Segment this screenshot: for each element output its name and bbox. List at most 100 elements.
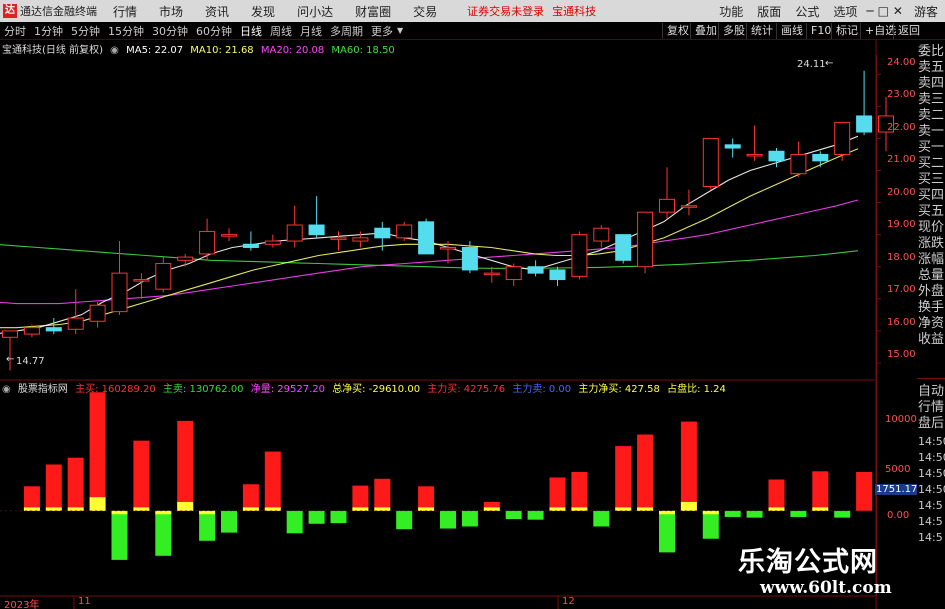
tab-fenshi[interactable]: 分时 — [4, 23, 26, 39]
net-buy-marker — [23, 507, 40, 511]
menu-zixun[interactable]: 资讯 — [205, 3, 229, 20]
net-sell-marker — [702, 510, 719, 515]
btn-huaxian[interactable]: 画线 — [776, 23, 807, 39]
candle-body-up — [67, 317, 84, 330]
net-buy-bar — [680, 421, 697, 511]
net-buy-bar — [768, 479, 785, 511]
menu-faxian[interactable]: 发现 — [251, 3, 275, 20]
volume-tick: 5000 — [885, 464, 911, 475]
net-buy-marker — [374, 507, 391, 511]
panel-buy3[interactable]: 买三 — [918, 172, 945, 188]
panel-xianjia[interactable]: 现价 — [918, 220, 945, 236]
net-buy-marker — [133, 507, 150, 511]
tick-time: 14:50 — [918, 467, 945, 480]
panel-zhangdie[interactable]: 涨跌 — [918, 236, 945, 252]
panel-sell5[interactable]: 卖五 — [918, 60, 945, 76]
net-buy-bar — [45, 464, 62, 511]
period-toolbar: 分时 1分钟 5分钟 15分钟 30分钟 60分钟 日线 周线 月线 多周期 更… — [0, 22, 945, 40]
menu-gongshi[interactable]: 公式 — [795, 3, 819, 20]
panel-weibi[interactable]: 委比 — [918, 44, 945, 60]
candle-body-up — [352, 237, 369, 242]
candle-body-up — [177, 256, 194, 261]
net-buy-bar — [571, 471, 588, 511]
btn-fanhui[interactable]: 返回 — [893, 23, 924, 39]
minimize-icon[interactable]: ─ — [866, 4, 873, 18]
candle-body-up — [702, 137, 719, 188]
menu-wenxiaoda[interactable]: 问小达 — [297, 3, 333, 20]
panel-sell2[interactable]: 卖二 — [918, 108, 945, 124]
panel-buy2[interactable]: 买二 — [918, 156, 945, 172]
candle-body-up — [571, 234, 588, 277]
net-buy-marker — [418, 507, 435, 511]
login-warning[interactable]: 证券交易未登录 — [467, 3, 544, 19]
tab-monthly[interactable]: 月线 — [300, 23, 322, 39]
panel-zhangfu[interactable]: 涨幅 — [918, 252, 945, 268]
btn-diejia[interactable]: 叠加 — [690, 23, 721, 39]
panel-panhou[interactable]: 盘后 — [918, 416, 945, 432]
menu-jiaoyi[interactable]: 交易 — [413, 3, 437, 20]
panel-sell1[interactable]: 卖一 — [918, 124, 945, 140]
price-axis: 24.00 23.00 22.00 21.00 20.00 19.00 18.0… — [876, 55, 916, 379]
net-sell-bar — [527, 510, 544, 520]
panel-zongliang[interactable]: 总量 — [918, 268, 945, 284]
tab-multi[interactable]: 多周期 — [330, 23, 363, 39]
tab-daily[interactable]: 日线 — [240, 23, 262, 39]
net-sell-marker — [155, 510, 172, 515]
menu-hangqing[interactable]: 行情 — [113, 3, 137, 20]
panel-hangqing[interactable]: 行情 — [918, 400, 945, 416]
panel-buy1[interactable]: 买一 — [918, 140, 945, 156]
panel-sell4[interactable]: 卖四 — [918, 76, 945, 92]
net-buy-marker — [483, 507, 500, 511]
btn-fuquan[interactable]: 复权 — [662, 23, 693, 39]
tab-1min[interactable]: 1分钟 — [34, 23, 63, 39]
menu-banmian[interactable]: 版面 — [757, 3, 781, 20]
tick-time: 14:5 — [918, 499, 943, 512]
candle-body-down — [45, 327, 62, 332]
tab-60min[interactable]: 60分钟 — [196, 23, 232, 39]
candle-body-up — [2, 330, 18, 338]
menu-gongneng[interactable]: 功能 — [719, 3, 743, 20]
candle-body-down — [615, 234, 632, 261]
tab-15min[interactable]: 15分钟 — [108, 23, 144, 39]
panel-huanshou[interactable]: 换手 — [918, 300, 945, 316]
candle-body-down — [461, 246, 478, 271]
net-sell-bar — [505, 510, 522, 520]
btn-duogu[interactable]: 多股 — [718, 23, 749, 39]
tab-more[interactable]: 更多 — [371, 23, 393, 39]
candle-body-up — [637, 211, 654, 268]
more-chevron-icon[interactable]: ▼ — [397, 26, 403, 35]
price-tick: 24.00 — [887, 57, 916, 68]
panel-waipan[interactable]: 外盘 — [918, 284, 945, 300]
net-buy-marker — [812, 507, 829, 511]
panel-buy4[interactable]: 买四 — [918, 188, 945, 204]
net-buy-bar — [637, 434, 654, 511]
net-buy-bar — [615, 446, 632, 511]
kline-chart[interactable] — [0, 40, 917, 609]
net-buy-bar — [67, 457, 84, 511]
panel-sell3[interactable]: 卖三 — [918, 92, 945, 108]
menu-xuanxiang[interactable]: 选项 — [833, 3, 857, 20]
btn-biaoji[interactable]: 标记 — [831, 23, 862, 39]
net-sell-bar — [790, 510, 807, 517]
guest-label[interactable]: 游客 — [914, 3, 938, 20]
panel-zidong[interactable]: 自动 — [918, 384, 945, 400]
stock-name-title: 宝通科技 — [552, 5, 597, 18]
tick-time: 14:50 — [918, 451, 945, 464]
tab-30min[interactable]: 30分钟 — [152, 23, 188, 39]
tab-5min[interactable]: 5分钟 — [71, 23, 100, 39]
btn-tongji[interactable]: 统计 — [746, 23, 777, 39]
date-label: 12 — [562, 596, 575, 607]
net-buy-marker — [571, 507, 588, 511]
net-buy-marker — [67, 507, 84, 511]
tab-weekly[interactable]: 周线 — [270, 23, 292, 39]
net-sell-bar — [330, 510, 347, 524]
menu-shichang[interactable]: 市场 — [159, 3, 183, 20]
panel-buy5[interactable]: 买五 — [918, 204, 945, 220]
net-buy-marker — [89, 497, 106, 511]
close-icon[interactable]: ✕ — [893, 4, 903, 18]
maximize-icon[interactable]: □ — [878, 4, 889, 18]
net-buy-bar — [549, 477, 566, 511]
panel-shouyi[interactable]: 收益 — [918, 332, 945, 348]
menu-caifuquan[interactable]: 财富圈 — [355, 3, 391, 20]
panel-jingzi[interactable]: 净资 — [918, 316, 945, 332]
